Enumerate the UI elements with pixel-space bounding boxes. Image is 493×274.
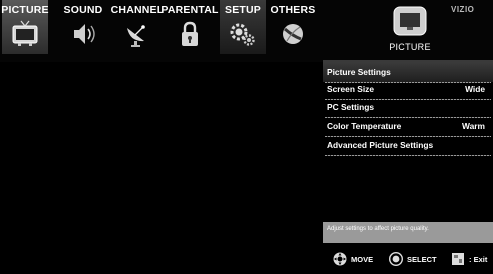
dpad-icon [333, 252, 347, 266]
divider [325, 155, 491, 156]
top-menu-bar: PICTURE SOUND CHANNEL PARENTAL SETUP OTH… [0, 0, 493, 62]
padlock-icon [173, 18, 207, 50]
setting-value: Wide [465, 84, 485, 94]
tab-picture[interactable]: PICTURE [1, 0, 49, 54]
speaker-icon [66, 18, 100, 50]
select-button-icon [388, 251, 404, 267]
tab-others[interactable]: OTHERS [270, 0, 316, 54]
picture-icon [393, 6, 427, 36]
ball-icon [276, 18, 310, 50]
setting-label: Picture Settings [327, 67, 391, 77]
setting-value: Warm [462, 121, 485, 131]
move-label: MOVE [351, 254, 374, 264]
exit-label: : Exit [469, 254, 488, 264]
satellite-dish-icon [120, 18, 154, 50]
tab-label: OTHERS [270, 4, 316, 16]
exit-hint: : Exit [451, 252, 487, 266]
tab-channel[interactable]: CHANNEL [111, 0, 163, 54]
page-title: PICTURE [389, 42, 431, 52]
setting-screen-size[interactable]: Screen Size Wide [323, 79, 493, 100]
setting-advanced-picture-settings[interactable]: Advanced Picture Settings [323, 135, 493, 156]
page-header: PICTURE [375, 6, 445, 58]
setting-label: Color Temperature [327, 121, 402, 131]
settings-panel: Picture Settings Screen Size Wide PC Set… [323, 62, 493, 218]
footer-nav: MOVE SELECT : Exit [323, 248, 493, 274]
setting-label: Advanced Picture Settings [327, 140, 434, 150]
tab-parental[interactable]: PARENTAL [161, 0, 219, 54]
tab-setup[interactable]: SETUP [220, 0, 266, 54]
exit-button-icon [451, 252, 465, 266]
setting-label: Screen Size [327, 84, 375, 94]
setting-pc-settings[interactable]: PC Settings [323, 97, 493, 118]
select-hint: SELECT [388, 251, 437, 267]
tab-label: SOUND [63, 4, 103, 16]
tab-sound[interactable]: SOUND [60, 0, 106, 54]
setting-color-temperature[interactable]: Color Temperature Warm [323, 116, 493, 137]
tab-label: SETUP [224, 4, 261, 16]
setting-label: PC Settings [327, 102, 374, 112]
help-bar: Adjust settings to affect picture qualit… [323, 222, 493, 243]
select-label: SELECT [407, 254, 437, 264]
tab-label: PICTURE [1, 4, 49, 16]
tv-icon [8, 18, 42, 50]
brand-logo: VIZIO [451, 5, 475, 14]
tab-label: CHANNEL [110, 4, 164, 16]
tab-label: PARENTAL [161, 4, 219, 16]
move-hint: MOVE [333, 252, 373, 266]
gears-icon [226, 18, 260, 50]
